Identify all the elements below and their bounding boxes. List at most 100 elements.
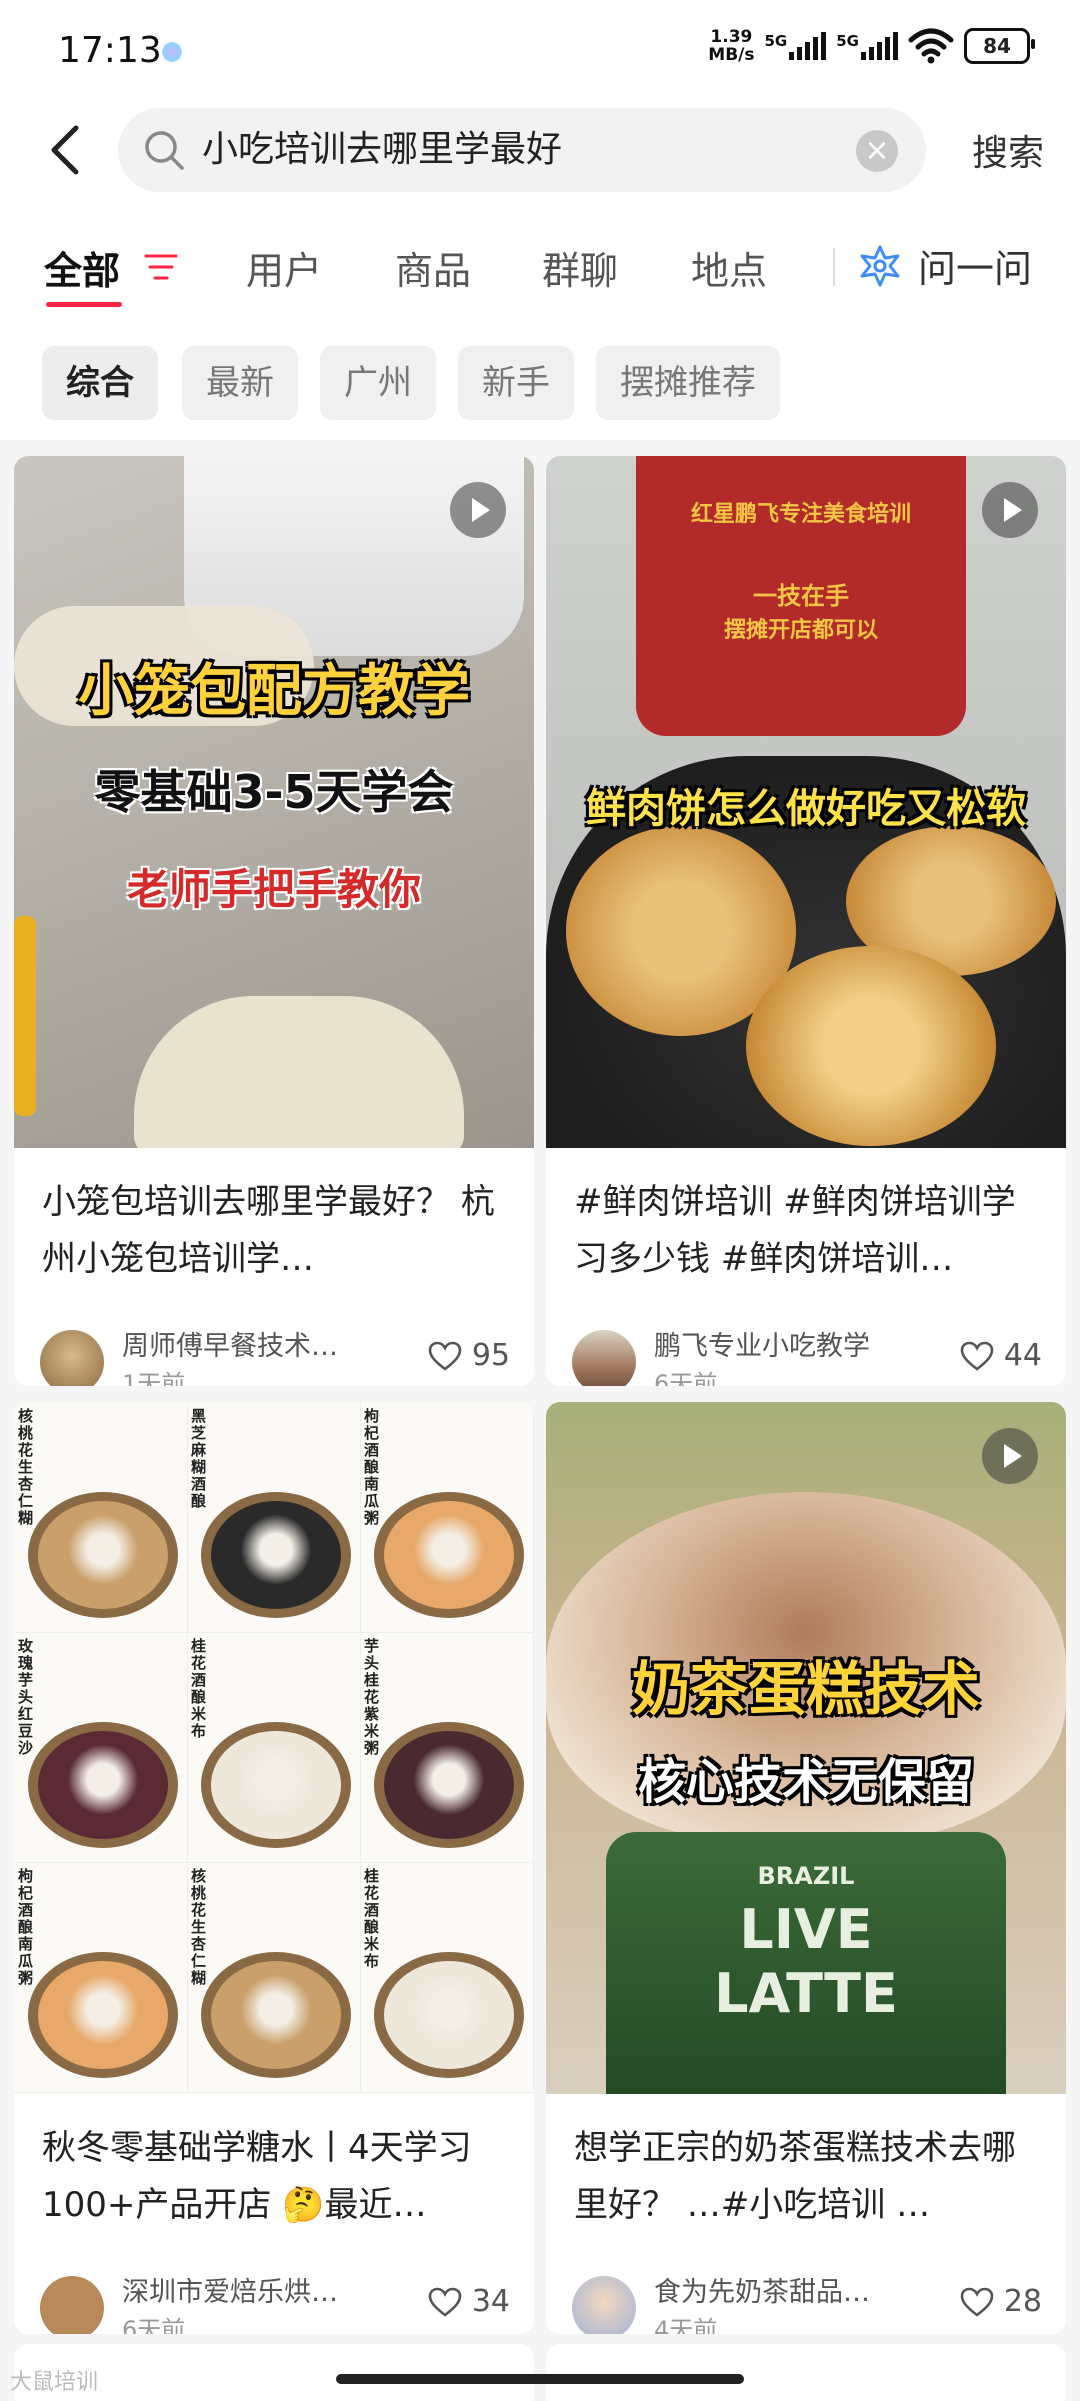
dough-shape	[134, 996, 464, 1148]
author-name[interactable]: 周师傅早餐技术…	[122, 1324, 382, 1363]
chip-latest[interactable]: 最新	[182, 346, 298, 420]
dessert-label: 玫瑰芋头红豆沙	[18, 1637, 34, 1757]
ask-sparkle-icon	[860, 245, 900, 286]
search-input[interactable]: 小吃培训去哪里学最好	[202, 108, 802, 192]
heart-icon	[428, 1341, 462, 1371]
assistant-dot-icon	[162, 42, 182, 62]
bowl-shape	[201, 1722, 351, 1848]
apron-text: 红星鹏飞专注美食培训	[690, 502, 911, 527]
tab-users[interactable]: 用户	[246, 240, 322, 295]
note-card[interactable]: 核桃花生杏仁糊 黑芝麻糊酒酿 枸杞酒酿南瓜粥玫瑰芋头红豆沙桂花酒酿米布 芋头桂花紫米粥…	[14, 1402, 534, 2334]
dessert-label: 芋头桂花紫米粥	[364, 1637, 380, 1757]
chip-beginner[interactable]: 新手	[458, 346, 574, 420]
like-count: 95	[471, 1338, 510, 1373]
cup-text: LIVE	[739, 1898, 873, 1961]
signal-2-icon: 5G	[836, 32, 898, 60]
bowl-shape	[28, 1722, 178, 1848]
card-title: #鲜肉饼培训 #鲜肉饼培训学习多少钱 #鲜肉饼培训…	[574, 1182, 1016, 1279]
like-button[interactable]: 44	[960, 1338, 1042, 1373]
dessert-label: 黑芝麻糊酒酿	[191, 1407, 207, 1510]
apron-text: 一技在手	[753, 582, 849, 610]
status-bar: 17:13 1.39 MB/s 5G 5G 84	[0, 0, 1080, 100]
overlay-title: 小笼包配方教学	[78, 659, 470, 724]
dessert-cell: 黑芝麻糊酒酿	[187, 1402, 361, 1633]
bowl-shape	[28, 1952, 178, 2078]
filter-icon[interactable]	[144, 252, 178, 282]
net-speed-value: 1.39	[710, 27, 753, 47]
overlay-subtitle: 零基础3-5天学会	[94, 765, 454, 819]
search-button[interactable]: 搜索	[972, 124, 1044, 176]
play-icon	[450, 482, 506, 538]
card-title: 秋冬零基础学糖水丨4天学习100+产品开店 🤔最近…	[42, 2128, 472, 2225]
home-indicator[interactable]	[336, 2374, 744, 2384]
author-name[interactable]: 食为先奶茶甜品…	[654, 2270, 914, 2309]
card-title: 想学正宗的奶茶蛋糕技术去哪里好？ …#小吃培训 …	[574, 2128, 1016, 2225]
search-icon	[145, 131, 184, 170]
dessert-label: 核桃花生杏仁糊	[191, 1867, 207, 1987]
dessert-cell: 芋头桂花紫米粥	[360, 1632, 534, 1863]
dessert-cell: 枸杞酒酿南瓜粥	[360, 1402, 534, 1633]
card-thumbnail: 核桃花生杏仁糊 黑芝麻糊酒酿 枸杞酒酿南瓜粥玫瑰芋头红豆沙桂花酒酿米布 芋头桂花紫米粥…	[14, 1402, 534, 2094]
post-time: 4天前	[654, 2316, 718, 2334]
tab-places[interactable]: 地点	[691, 240, 767, 295]
back-arrow-icon[interactable]	[46, 124, 86, 176]
search-box[interactable]: 小吃培训去哪里学最好 ×	[118, 108, 926, 192]
bowl-shape	[374, 1952, 524, 2078]
bowl-contents	[38, 1961, 168, 2069]
like-button[interactable]: 34	[428, 2284, 510, 2319]
note-card-peek[interactable]	[546, 2344, 1066, 2401]
bowl-contents	[384, 1501, 514, 1609]
like-button[interactable]: 95	[428, 1338, 510, 1373]
sim2-label: 5G	[836, 32, 859, 50]
note-card[interactable]: 红星鹏飞专注美食培训 一技在手 摆摊开店都可以 鲜肉饼怎么做好吃又松软 #鲜肉饼…	[546, 456, 1066, 1386]
cup-text: BRAZIL	[757, 1862, 855, 1890]
author-name[interactable]: 深圳市爱焙乐烘…	[122, 2270, 382, 2309]
card-thumbnail: 小笼包配方教学 零基础3-5天学会 老师手把手教你	[14, 456, 534, 1148]
status-time: 17:13	[58, 30, 162, 71]
avatar[interactable]	[40, 2276, 104, 2334]
cup-text: LATTE	[714, 1962, 898, 2025]
ask-button[interactable]: 问一问	[858, 238, 1032, 293]
apron-shape: 红星鹏飞专注美食培训 一技在手 摆摊开店都可以	[636, 456, 966, 736]
author-name[interactable]: 鹏飞专业小吃教学	[654, 1324, 914, 1363]
avatar[interactable]	[572, 1330, 636, 1386]
note-card[interactable]: 小笼包配方教学 零基础3-5天学会 老师手把手教你 小笼包培训去哪里学最好？ 杭…	[14, 456, 534, 1386]
sim1-label: 5G	[764, 32, 788, 50]
bottle-shape	[14, 916, 36, 1116]
tab-all[interactable]: 全部	[44, 240, 120, 295]
avatar[interactable]	[572, 2276, 636, 2334]
dessert-label: 枸杞酒酿南瓜粥	[364, 1407, 380, 1527]
like-count: 34	[471, 2284, 510, 2319]
watermark: 大鼠培训	[10, 2370, 99, 2395]
chip-guangzhou[interactable]: 广州	[320, 346, 436, 420]
dessert-cell: 桂花酒酿米布	[360, 1862, 534, 2093]
play-icon	[982, 482, 1038, 538]
card-footer: 鹏飞专业小吃教学 6天前 44	[572, 1324, 1042, 1386]
chip-comprehensive[interactable]: 综合	[42, 346, 158, 420]
battery-level: 84	[983, 34, 1011, 58]
filter-chips: 综合 最新 广州 新手 摆摊推荐	[0, 310, 1080, 440]
avatar[interactable]	[40, 1330, 104, 1386]
tab-groups[interactable]: 群聊	[542, 240, 618, 295]
note-card[interactable]: BRAZIL LIVE LATTE 奶茶蛋糕技术 核心技术无保留 想学正宗的奶茶…	[546, 1402, 1066, 2334]
heart-icon	[428, 2287, 462, 2317]
overlay-title: 鲜肉饼怎么做好吃又松软	[586, 786, 1026, 832]
like-button[interactable]: 28	[960, 2284, 1042, 2319]
tab-products[interactable]: 商品	[395, 240, 471, 295]
dessert-label: 核桃花生杏仁糊	[18, 1407, 34, 1527]
net-speed-unit: MB/s	[708, 45, 755, 65]
post-time: 6天前	[654, 1370, 718, 1386]
card-footer: 深圳市爱焙乐烘… 6天前 34	[40, 2270, 510, 2334]
cup-shape: BRAZIL LIVE LATTE	[606, 1832, 1006, 2094]
chip-stall-recommend[interactable]: 摆摊推荐	[596, 346, 780, 420]
like-count: 28	[1003, 2284, 1042, 2319]
overlay-title: 奶茶蛋糕技术	[631, 1655, 980, 1723]
dessert-label: 桂花酒酿米布	[364, 1867, 380, 1970]
bowl-shape	[28, 1492, 178, 1618]
dessert-cell: 核桃花生杏仁糊	[187, 1862, 361, 2093]
bowl-shape	[201, 1492, 351, 1618]
dessert-cell: 玫瑰芋头红豆沙	[14, 1632, 188, 1863]
ask-label: 问一问	[918, 247, 1033, 291]
clear-icon[interactable]: ×	[856, 130, 898, 172]
card-footer: 食为先奶茶甜品… 4天前 28	[572, 2270, 1042, 2334]
